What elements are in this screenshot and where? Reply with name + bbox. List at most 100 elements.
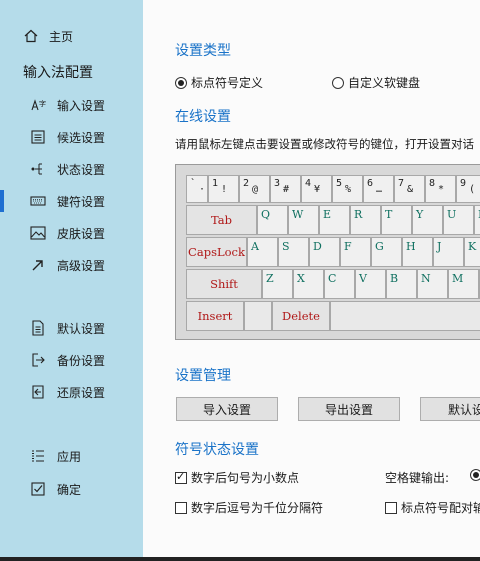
- key-c[interactable]: C: [324, 269, 355, 299]
- key-letter: Z: [266, 272, 274, 285]
- sidebar-item-backup-settings[interactable]: 备份设置: [0, 346, 143, 374]
- candidate-icon: [30, 129, 46, 145]
- sidebar-item-label: 候选设置: [57, 130, 106, 145]
- checkbox-box[interactable]: [385, 501, 397, 514]
- key-n[interactable]: N: [417, 269, 448, 299]
- checkbox-punctuation-pair[interactable]: 标点符号配对输: [385, 499, 480, 516]
- checkbox-label: 标点符号配对输: [401, 501, 480, 515]
- key-backquote[interactable]: ` ·: [186, 175, 208, 203]
- sidebar-item-home[interactable]: 主页: [0, 22, 143, 50]
- key-label: Tab: [211, 213, 232, 227]
- key-blank[interactable]: [244, 301, 272, 331]
- checkbox-label: 数字后逗号为千位分隔符: [191, 501, 324, 515]
- key-label: CapsLock: [188, 245, 245, 259]
- active-indicator: [0, 190, 4, 212]
- key-e[interactable]: E: [319, 205, 350, 235]
- key-capslock[interactable]: CapsLock: [186, 237, 247, 267]
- key-4[interactable]: 4 ¥: [301, 175, 332, 203]
- key-1[interactable]: 1!: [208, 175, 239, 203]
- key-7[interactable]: 7 &: [394, 175, 425, 203]
- radio-symbol-definition[interactable]: 标点符号定义: [175, 74, 263, 91]
- key-letter: C: [328, 272, 337, 285]
- key-s[interactable]: S: [278, 237, 309, 267]
- sidebar-item-label: 确定: [57, 482, 82, 497]
- key-z[interactable]: Z: [262, 269, 293, 299]
- key-t[interactable]: T: [381, 205, 412, 235]
- key-k[interactable]: K: [464, 237, 480, 267]
- key-a[interactable]: A: [247, 237, 278, 267]
- key-symbol: 7: [398, 178, 405, 189]
- key-w[interactable]: W: [288, 205, 319, 235]
- default-settings-button[interactable]: 默认设: [420, 397, 480, 421]
- checkbox-decimal-point[interactable]: 数字后句号为小数点: [175, 469, 299, 486]
- sidebar-item-default-settings[interactable]: 默认设置: [0, 314, 143, 342]
- sidebar-item-label: 默认设置: [57, 321, 106, 336]
- key-2[interactable]: 2 @: [239, 175, 270, 203]
- key-insert[interactable]: Insert: [186, 301, 244, 331]
- svg-text:字: 字: [39, 99, 46, 108]
- image-icon: [30, 225, 46, 241]
- key-symbol: ·: [199, 184, 206, 195]
- sidebar-item-status-settings[interactable]: 状态设置: [0, 155, 143, 183]
- sidebar-item-label: 状态设置: [57, 162, 106, 177]
- key-y[interactable]: Y: [412, 205, 443, 235]
- key-letter: A: [251, 240, 259, 253]
- key-symbol: 3: [274, 178, 281, 189]
- key-i[interactable]: I: [474, 205, 480, 235]
- sidebar-item-key-symbol-settings[interactable]: 键符设置: [0, 187, 143, 215]
- key-letter: D: [313, 240, 322, 253]
- radio-circle[interactable]: [332, 76, 344, 89]
- key-f[interactable]: F: [340, 237, 371, 267]
- key-v[interactable]: V: [355, 269, 386, 299]
- export-settings-button[interactable]: 导出设置: [298, 397, 400, 421]
- key-3[interactable]: 3 #: [270, 175, 301, 203]
- key-b[interactable]: B: [386, 269, 417, 299]
- key-q[interactable]: Q: [257, 205, 288, 235]
- key-letter: E: [323, 208, 332, 221]
- sidebar-item-confirm[interactable]: 确定: [0, 475, 143, 503]
- key-shift[interactable]: Shift: [186, 269, 262, 299]
- radio-custom-soft-keyboard[interactable]: 自定义软键盘: [332, 74, 420, 91]
- key-x[interactable]: X: [293, 269, 324, 299]
- radio-circle[interactable]: [175, 76, 187, 89]
- sidebar-item-input-settings[interactable]: 字 输入设置: [0, 91, 143, 119]
- key-d[interactable]: D: [309, 237, 340, 267]
- key-5[interactable]: 5%: [332, 175, 363, 203]
- key-letter: N: [421, 272, 431, 285]
- sidebar-item-advanced-settings[interactable]: 高级设置: [0, 251, 143, 279]
- key-letter: U: [447, 208, 457, 221]
- key-g[interactable]: G: [371, 237, 402, 267]
- radio-circle[interactable]: [470, 469, 480, 481]
- key-8[interactable]: 8 *: [425, 175, 456, 203]
- radio-space-output[interactable]: [470, 469, 480, 481]
- checkbox-thousand-separator[interactable]: 数字后逗号为千位分隔符: [175, 499, 323, 516]
- apply-list-icon: [30, 448, 46, 464]
- soft-keyboard: ` · 1! 2 @ 3 # 4 ¥ 5% 6… 7 & 8 * 9( Tab Q W E …: [175, 164, 480, 340]
- key-letter: B: [390, 272, 399, 285]
- key-label: Insert: [197, 309, 233, 323]
- key-9[interactable]: 9(: [456, 175, 480, 203]
- checkbox-box[interactable]: [175, 470, 187, 484]
- sidebar-item-candidate-settings[interactable]: 候选设置: [0, 123, 143, 151]
- key-h[interactable]: H: [402, 237, 433, 267]
- status-icon: [30, 161, 46, 177]
- backup-icon: [30, 352, 46, 368]
- checkbox-box[interactable]: [175, 501, 187, 514]
- key-symbol: %: [345, 184, 352, 195]
- import-settings-button[interactable]: 导入设置: [176, 397, 278, 421]
- key-letter: Y: [416, 208, 424, 221]
- key-r[interactable]: R: [350, 205, 381, 235]
- sidebar-item-restore-settings[interactable]: 还原设置: [0, 378, 143, 406]
- key-space[interactable]: [330, 301, 480, 331]
- key-tab[interactable]: Tab: [186, 205, 257, 235]
- key-delete[interactable]: Delete: [272, 301, 330, 331]
- key-symbol: …: [376, 184, 383, 195]
- key-u[interactable]: U: [443, 205, 474, 235]
- sidebar-item-skin-settings[interactable]: 皮肤设置: [0, 219, 143, 247]
- key-m[interactable]: M: [448, 269, 479, 299]
- key-j[interactable]: J: [433, 237, 464, 267]
- key-6[interactable]: 6…: [363, 175, 394, 203]
- sidebar-item-apply[interactable]: 应用: [0, 442, 143, 470]
- key-letter: K: [468, 240, 477, 253]
- sidebar-item-label: 皮肤设置: [57, 226, 106, 241]
